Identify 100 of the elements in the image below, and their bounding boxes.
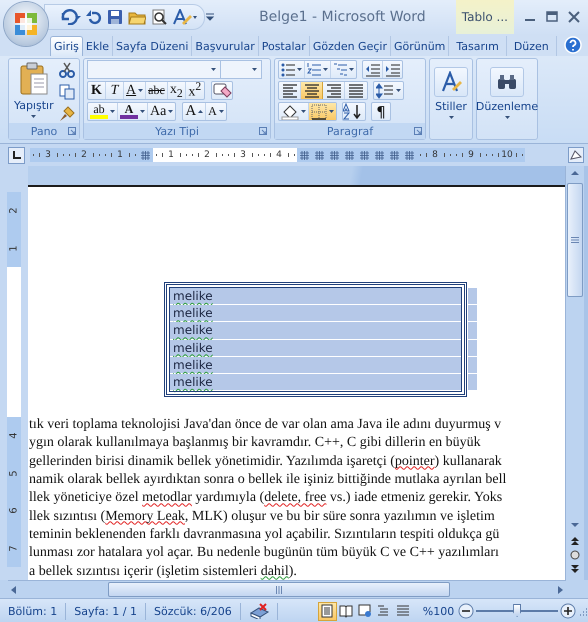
format-button[interactable]: Aa: [148, 103, 176, 120]
previous-page-icon[interactable]: [570, 536, 580, 546]
print-layout-icon: [320, 604, 334, 618]
ruler-number: 3: [45, 150, 51, 160]
office-button[interactable]: [4, 2, 48, 46]
shrink-font-button[interactable]: A: [206, 103, 226, 120]
help-icon[interactable]: [564, 36, 582, 54]
window-title: Belge1 - Microsoft Word: [258, 9, 427, 25]
vertical-scrollbar[interactable]: [565, 166, 584, 580]
word-count[interactable]: Sözcük: 6/206: [146, 602, 241, 620]
column-marker-icon: [141, 150, 150, 160]
undo-icon[interactable]: [59, 9, 81, 25]
group-title: Pano: [30, 124, 58, 138]
ruler-number: 4: [8, 432, 20, 439]
highlight-button[interactable]: ab: [88, 103, 118, 120]
view-ruler-icon[interactable]: [568, 147, 584, 163]
styles-icon: [440, 71, 462, 93]
page-indicator[interactable]: Sayfa: 1 / 1: [66, 602, 146, 620]
scissors-icon[interactable]: [58, 62, 75, 78]
column-marker-icon: [405, 150, 414, 160]
maximize-icon[interactable]: [546, 11, 558, 23]
caret-icon: [297, 68, 302, 71]
show-marks-button[interactable]: ¶: [372, 103, 390, 120]
paste-button[interactable]: Yapıştır: [12, 60, 56, 122]
ruler-number: 1: [168, 150, 174, 160]
caret-icon: [138, 89, 144, 92]
customize-arrow-icon[interactable]: [205, 12, 215, 22]
ruler-number: 10: [501, 150, 513, 160]
italic-button[interactable]: T: [106, 82, 124, 99]
left-tab-stop-icon: [12, 151, 20, 159]
center-button[interactable]: [301, 82, 323, 99]
font-name-field[interactable]: [87, 60, 221, 79]
reading-layout-icon: [339, 604, 354, 618]
row-end-marker: [468, 305, 477, 322]
close-icon[interactable]: [568, 11, 580, 23]
column-marker-icon: [315, 150, 324, 160]
bullets-icon: [281, 62, 295, 77]
decrease-indent-icon[interactable]: [365, 62, 380, 76]
scroll-thumb[interactable]: [108, 582, 450, 597]
caret-icon: [349, 68, 354, 71]
proofing-book-icon[interactable]: [248, 603, 269, 619]
caret-icon: [168, 110, 174, 113]
bold-button[interactable]: K: [88, 82, 106, 99]
browse-object-icon[interactable]: [570, 550, 580, 560]
scroll-thumb[interactable]: [567, 183, 583, 297]
paintbrush-icon[interactable]: [58, 106, 75, 122]
shading-button[interactable]: [279, 103, 309, 120]
dialog-launcher-icon[interactable]: [68, 127, 76, 135]
caret-icon: [140, 110, 145, 113]
table-cell: melike: [170, 288, 461, 304]
zoom-in-icon[interactable]: [560, 603, 576, 619]
multilevel-list-icon: [333, 62, 347, 77]
tab-selector[interactable]: [8, 146, 25, 164]
numbering-button[interactable]: [305, 61, 331, 78]
strikethrough-button[interactable]: abc: [146, 82, 168, 99]
caret-icon: [301, 110, 306, 113]
print-preview-icon[interactable]: [151, 9, 167, 25]
table-cell: melike: [170, 374, 461, 390]
increase-indent-icon[interactable]: [385, 62, 400, 76]
ruler-number: 9: [468, 150, 474, 160]
column-marker-icon: [360, 150, 369, 160]
format-button[interactable]: x$_{2}$: [168, 82, 186, 99]
copy-icon[interactable]: [58, 84, 75, 100]
slider-thumb[interactable]: [513, 604, 522, 617]
binoculars-icon: [497, 74, 517, 90]
caret-icon: [31, 115, 36, 118]
ribbon-tab[interactable]: Giriş: [50, 36, 83, 56]
caret-icon: [252, 68, 257, 71]
zoom-level[interactable]: %100: [422, 604, 454, 618]
row-end-marker: [468, 356, 477, 374]
view-button[interactable]: [318, 602, 337, 620]
caret-icon: [110, 110, 115, 113]
down-caret-icon: [218, 110, 224, 113]
editing-button[interactable]: Düzenleme: [477, 59, 537, 139]
spelling-icon[interactable]: [172, 9, 198, 25]
save-icon[interactable]: [107, 9, 123, 25]
section-indicator[interactable]: Bölüm: 1: [0, 602, 66, 620]
borders-button[interactable]: [309, 103, 336, 120]
table-cell: melike: [170, 305, 461, 322]
row-end-marker: [468, 288, 477, 306]
dialog-launcher-icon[interactable]: [259, 127, 267, 135]
column-marker-icon: [345, 150, 354, 160]
redo-icon[interactable]: [86, 9, 102, 25]
dialog-launcher-icon[interactable]: [414, 127, 422, 135]
next-page-icon[interactable]: [570, 564, 580, 574]
draft-icon: [396, 604, 410, 618]
format-button[interactable]: x$^{2}$: [186, 82, 204, 99]
styles-button[interactable]: Stiller: [430, 59, 472, 139]
ruler-number: 2: [81, 150, 87, 160]
body-paragraph: tık veri toplama teknolojisi Java'dan önce de var olan ama Java ile adını duyurmuş v ygın olarak kullanılmaya başlanmış bir kavramdır. C++, C gibi dillerin en büyük gellerinden birisi dinamik bellek yönetimidir. Yazılımda işaretçi (pointer) kullanarak namik olarak bellek ayırdıktan sonra o bellek ile işiniz bittiğinde mutlaka ayrılan bell llek yöneticiye özel metodlar yardımıyla (delete, free vs.) iade etmeniz gerekir. Yoks llek sızıntısı (Memory Leak, MLK) oluşur ve bu bir süre sonra yazılımın ve işletim teminin beklenenden farklı davranmasına yol açabilir. Sızıntıların tespiti oldukça gü lunması zor hatalara yol açar. Bu nedenle bugünün tüm büyük C ve C++ yazılımları a bellek sızıntısı içerir (işletim sistemleri dahil).: [28, 416, 508, 580]
bullets-button[interactable]: [279, 61, 305, 78]
font-size-field[interactable]: [220, 60, 262, 79]
multilevel-list-button[interactable]: [331, 61, 356, 78]
underline-button[interactable]: A: [124, 82, 146, 99]
column-marker-icon: [300, 150, 309, 160]
font-color-button[interactable]: A: [118, 103, 148, 120]
ruler-number: 1: [117, 150, 123, 160]
grow-font-button[interactable]: A: [183, 103, 206, 120]
zoom-out-icon[interactable]: [458, 603, 474, 619]
column-marker-icon: [375, 150, 384, 160]
